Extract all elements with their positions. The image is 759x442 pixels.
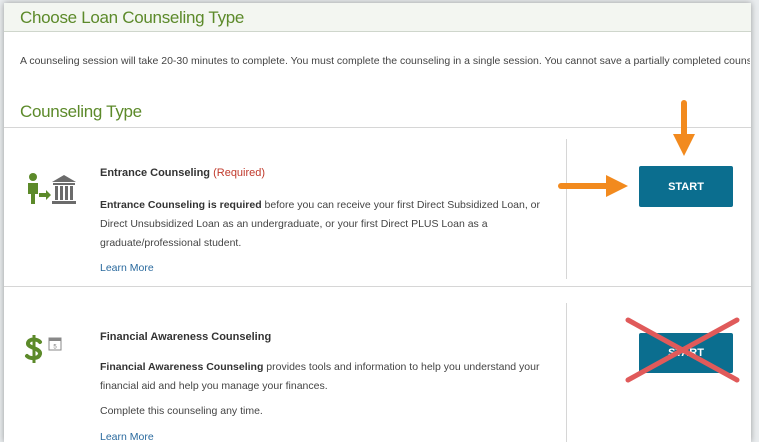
financial-counseling-title: Financial Awareness Counseling	[100, 331, 272, 343]
required-label: (Required)	[213, 167, 266, 179]
page-title: Choose Loan Counseling Type	[20, 8, 245, 27]
financial-description: Financial Awareness Counseling provides …	[100, 358, 555, 396]
row-divider	[4, 286, 751, 287]
entrance-title-text: Entrance Counseling	[100, 167, 211, 179]
entrance-learn-more-link[interactable]: Learn More	[100, 262, 154, 274]
financial-learn-more-link[interactable]: Learn More	[100, 431, 154, 442]
calendar-icon: 5	[48, 337, 62, 351]
section-title: Counseling Type	[20, 102, 142, 121]
entrance-counseling-title: Entrance Counseling (Required)	[100, 167, 265, 179]
column-divider	[566, 303, 567, 442]
financial-start-button[interactable]: START	[639, 333, 733, 373]
counseling-panel: Choose Loan Counseling Type A counseling…	[4, 3, 751, 442]
page-header: Choose Loan Counseling Type	[4, 3, 751, 32]
entrance-description: Entrance Counseling is required before y…	[100, 196, 555, 253]
dollar-sign-icon	[25, 335, 42, 363]
intro-text: A counseling session will take 20-30 min…	[20, 55, 750, 67]
column-divider	[566, 139, 567, 279]
entrance-desc-bold: Entrance Counseling is required	[100, 199, 262, 211]
section-divider	[4, 127, 751, 128]
financial-note: Complete this counseling any time.	[100, 405, 263, 417]
entrance-start-button[interactable]: START	[639, 166, 733, 207]
financial-desc-bold: Financial Awareness Counseling	[100, 361, 264, 373]
student-bank-icon	[28, 173, 76, 204]
